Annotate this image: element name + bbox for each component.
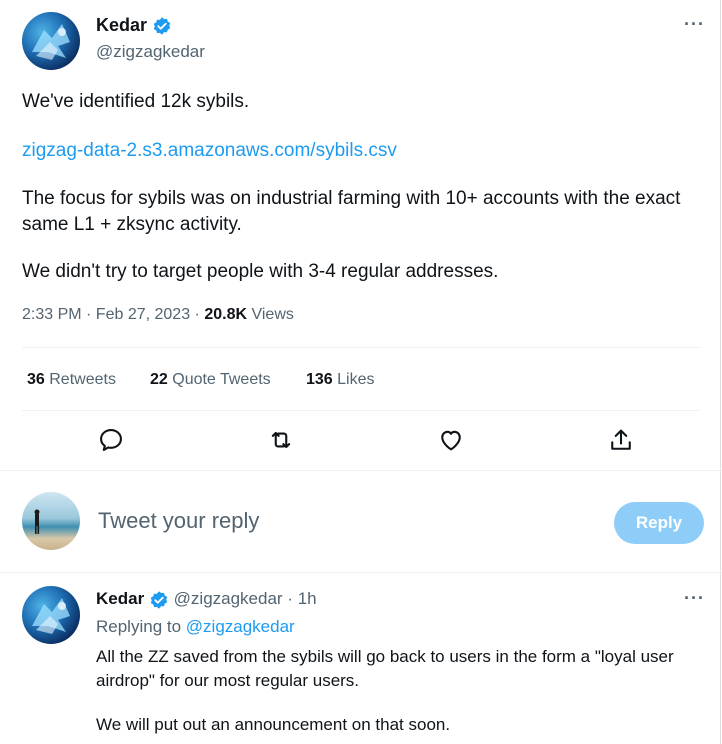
replying-to: Replying to @zigzagkedar — [96, 617, 295, 636]
tweet-text-line1: We've identified 12k sybils. — [22, 91, 250, 112]
reply-author-avatar[interactable] — [22, 586, 80, 644]
like-icon[interactable] — [437, 426, 465, 454]
reply-time[interactable]: · 1h — [283, 589, 316, 608]
tweet-text-para2: The focus for sybils was on industrial f… — [22, 188, 681, 235]
reply-input[interactable]: Tweet your reply — [98, 508, 259, 534]
reply-more-options-icon[interactable]: ··· — [684, 588, 705, 609]
reply-icon[interactable] — [97, 426, 125, 454]
reply-text-para1: All the ZZ saved from the sybils will go… — [96, 647, 674, 690]
reply-author-name[interactable]: Kedar — [96, 589, 144, 608]
divider — [22, 347, 700, 348]
tweet-link[interactable]: zigzag-data-2.s3.amazonaws.com/sybils.cs… — [22, 138, 397, 164]
current-user-avatar[interactable] — [22, 492, 80, 550]
retweets-stat[interactable]: 36 Retweets — [27, 371, 116, 389]
views-count: 20.8K — [204, 306, 248, 323]
divider — [22, 410, 700, 411]
retweet-icon[interactable] — [267, 426, 295, 454]
tweet-text-para3: We didn't try to target people with 3-4 … — [22, 261, 499, 282]
more-options-icon[interactable]: ··· — [684, 14, 705, 35]
reply-header: Kedar @zigzagkedar · 1h — [96, 589, 317, 610]
divider — [0, 572, 722, 573]
tweet-timestamp[interactable]: 2:33 PM · Feb 27, 2023 · — [22, 306, 204, 323]
quote-tweets-stat[interactable]: 22 Quote Tweets — [150, 371, 271, 389]
verified-badge-icon — [153, 17, 171, 35]
author-avatar[interactable] — [22, 12, 80, 70]
replying-to-handle[interactable]: @zigzagkedar — [186, 617, 295, 636]
author-handle[interactable]: @zigzagkedar — [96, 42, 205, 62]
divider — [0, 470, 722, 471]
author-name[interactable]: Kedar — [96, 15, 172, 36]
verified-badge-icon — [150, 590, 168, 609]
share-icon[interactable] — [607, 426, 635, 454]
reply-text-para2: We will put out an announcement on that … — [96, 715, 451, 734]
reply-author-handle[interactable]: @zigzagkedar — [174, 589, 283, 608]
views-label: Views — [247, 306, 294, 323]
reply-button[interactable]: Reply — [614, 502, 704, 544]
likes-stat[interactable]: 136 Likes — [306, 371, 375, 389]
tweet-meta: 2:33 PM · Feb 27, 2023 · 20.8K Views — [22, 306, 294, 324]
